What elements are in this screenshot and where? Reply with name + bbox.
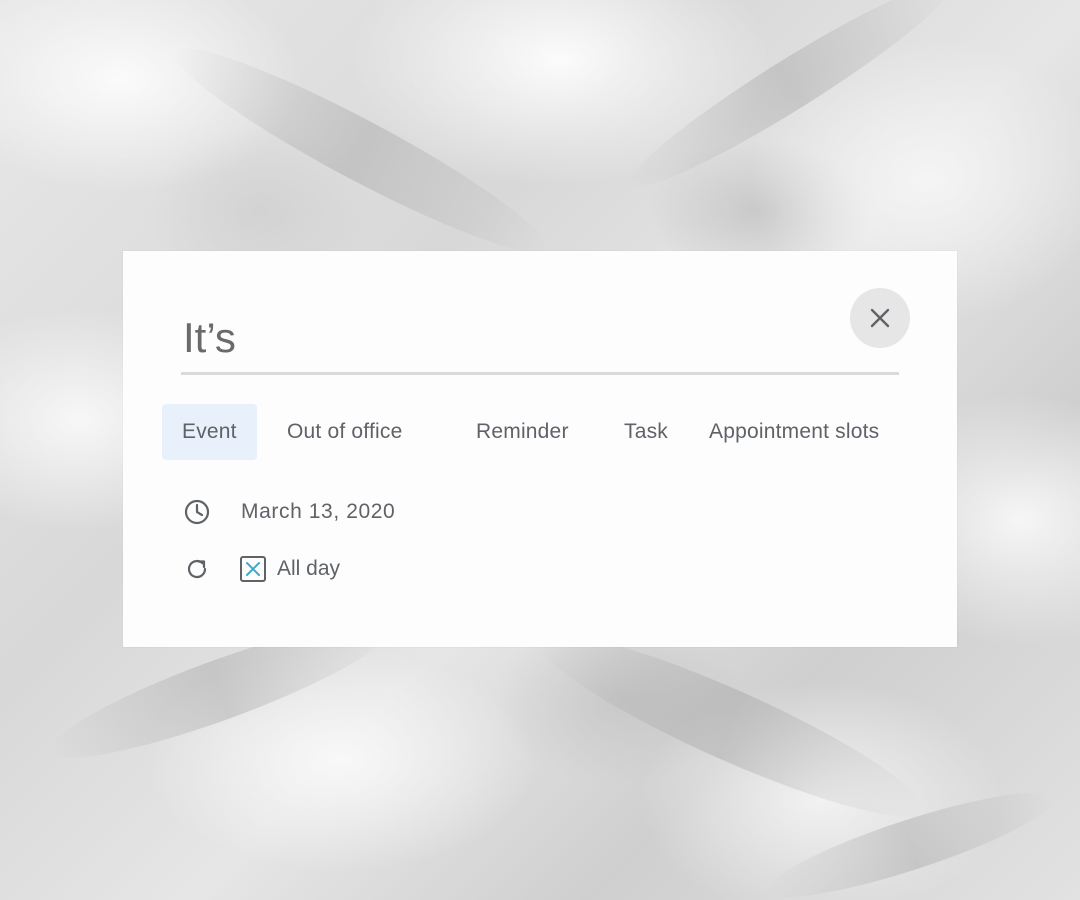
all-day-checkbox[interactable] [240, 556, 266, 582]
tab-task[interactable]: Task [624, 404, 668, 460]
clock-icon [183, 498, 211, 526]
close-button[interactable] [850, 288, 910, 348]
refresh-icon[interactable] [183, 555, 211, 583]
all-day-label: All day [277, 557, 341, 580]
event-title-input[interactable] [181, 303, 899, 375]
sheet-fold [160, 24, 560, 276]
x-mark-icon [245, 561, 261, 577]
tab-reminder[interactable]: Reminder [476, 404, 569, 460]
tab-appointment-slots[interactable]: Appointment slots [709, 404, 879, 460]
tab-label: Out of office [287, 420, 403, 443]
tab-label: Event [182, 420, 237, 443]
all-day-row: All day [183, 555, 340, 583]
tab-label: Task [624, 420, 668, 443]
date-row: March 13, 2020 [183, 498, 395, 526]
tab-event[interactable]: Event [162, 404, 257, 460]
event-dialog: Event Out of office Reminder Task Appoin… [123, 251, 957, 647]
event-type-tabs: Event Out of office Reminder Task Appoin… [162, 404, 922, 460]
event-date[interactable]: March 13, 2020 [241, 500, 395, 524]
tab-out-of-office[interactable]: Out of office [287, 404, 402, 460]
close-icon [870, 308, 890, 328]
tab-label: Reminder [476, 420, 569, 443]
sheet-fold [615, 0, 965, 207]
tab-label: Appointment slots [709, 420, 880, 443]
